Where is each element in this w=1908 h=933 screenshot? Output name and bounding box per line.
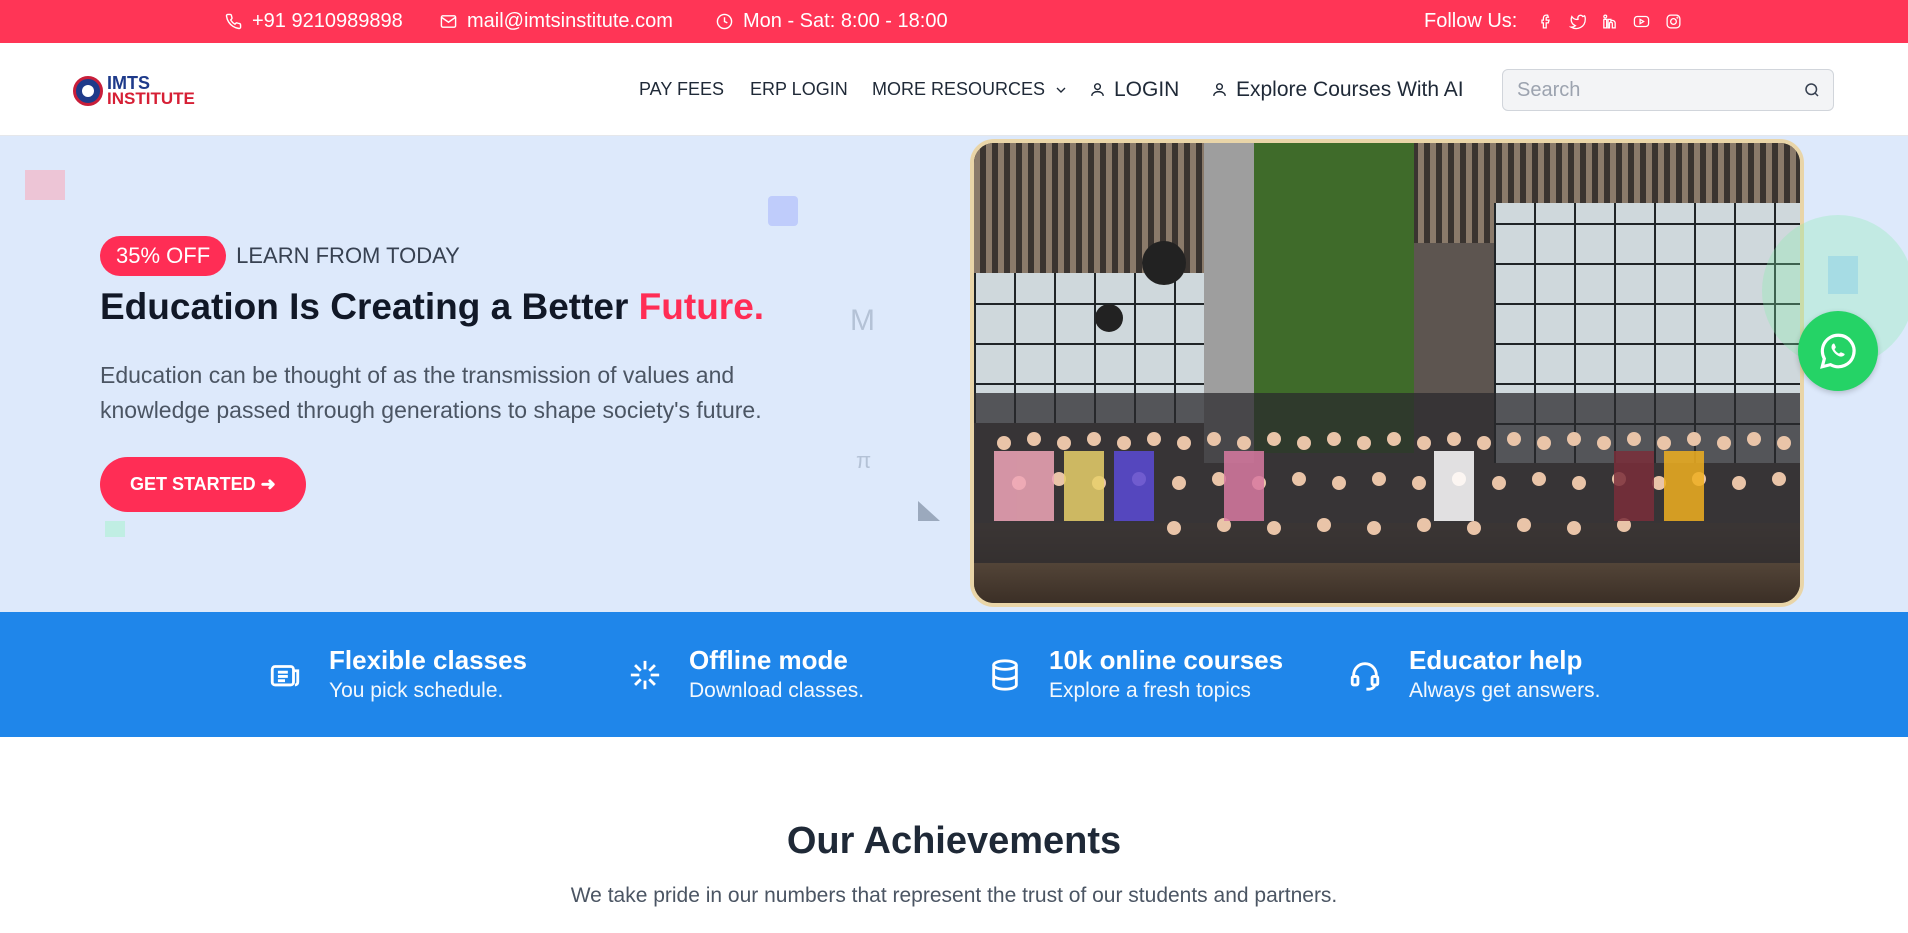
feature-subtitle: Always get answers. [1409,678,1601,702]
nav-login-label: LOGIN [1114,77,1180,101]
feature-subtitle: Explore a fresh topics [1049,678,1251,702]
hero-description: Education can be thought of as the trans… [100,362,762,423]
news-icon [270,664,300,686]
instagram-icon[interactable] [1663,12,1683,32]
feature-offline-mode: Offline mode Download classes. [625,612,864,737]
achievements-title: Our Achievements [786,820,1122,862]
nav-login[interactable]: LOGIN [1089,43,1179,136]
user-icon [1091,83,1104,96]
social-links [1535,12,1683,32]
youtube-icon[interactable] [1631,12,1651,32]
decor-atom-icon [768,196,798,226]
badge-text: LEARN FROM TODAY [236,243,460,268]
discount-badge: 35% OFF [100,236,227,276]
twitter-icon[interactable] [1567,12,1587,32]
chevron-down-icon [1056,87,1066,93]
top-bar: +91 9210989898 mail@imtsinstitute.com Mo… [0,0,1908,43]
user-icon [1213,83,1226,96]
nav-explore-ai[interactable]: Explore Courses With AI [1211,43,1464,136]
nav-erp-login[interactable]: ERP LOGIN [750,43,848,136]
decor-triangle-icon [918,501,940,521]
feature-title: Educator help [1409,644,1583,675]
nav-more-resources[interactable]: MORE RESOURCES [872,43,1069,136]
email-address: mail@imtsinstitute.com [467,10,673,32]
decor-square-icon [105,521,125,537]
phone-icon [225,13,242,30]
database-icon [992,658,1018,691]
facebook-icon[interactable] [1535,12,1555,32]
search-input[interactable] [1503,70,1803,110]
decor-square-icon [25,170,65,200]
linkedin-icon[interactable] [1599,12,1619,32]
get-started-button[interactable]: GET STARTED ➜ [100,457,306,512]
sparkle-icon [630,660,660,689]
hero-title-main: Education Is Creating a Better [100,286,639,327]
contact-phone[interactable]: +91 9210989898 [225,0,403,43]
decor-pi-icon: π [856,448,872,473]
headset-icon [1350,661,1380,691]
nav-explore-ai-label: Explore Courses With AI [1236,77,1464,101]
logo-seal-icon [73,76,103,106]
decor-m-icon: M [850,304,875,337]
hero-title: Education Is Creating a Better Future. [100,286,764,328]
feature-online-courses: 10k online courses Explore a fresh topic… [985,612,1283,737]
achievements-subtitle: We take pride in our numbers that repres… [570,884,1338,907]
feature-educator-help: Educator help Always get answers. [1345,612,1600,737]
follow-us: Follow Us: [1424,0,1683,43]
hero-group-photo [970,139,1804,607]
hero-badge-row: 35% OFF LEARN FROM TODAY [100,236,460,276]
hours-text: Mon - Sat: 8:00 - 18:00 [743,10,948,32]
feature-subtitle: You pick schedule. [329,678,504,702]
feature-title: Flexible classes [329,644,528,675]
nav-pay-fees[interactable]: PAY FEES [639,43,724,136]
mail-icon [440,15,457,28]
hero-title-accent: Future. [638,286,765,327]
follow-label: Follow Us: [1424,10,1518,32]
hero-section: M π 35% OFF LEARN FROM TODAY Education I… [0,136,1908,612]
site-logo[interactable]: IMTS INSTITUTE [73,73,195,109]
contact-email[interactable]: mail@imtsinstitute.com [440,0,673,43]
feature-title: 10k online courses [1049,644,1284,675]
search-box [1502,69,1834,111]
whatsapp-button[interactable] [1798,311,1878,391]
feature-subtitle: Download classes. [689,678,865,702]
search-icon[interactable] [1803,81,1821,99]
logo-line-2: INSTITUTE [107,89,195,108]
feature-title: Offline mode [689,644,848,675]
group-photo-image [974,143,1800,603]
phone-number: +91 9210989898 [252,10,403,32]
clock-icon [716,13,733,30]
features-bar: Flexible classes You pick schedule. Offl… [0,612,1908,737]
nav-more-resources-label: MORE RESOURCES [872,79,1046,99]
business-hours: Mon - Sat: 8:00 - 18:00 [716,0,948,43]
whatsapp-icon [1820,333,1856,369]
feature-flexible-classes: Flexible classes You pick schedule. [265,612,527,737]
